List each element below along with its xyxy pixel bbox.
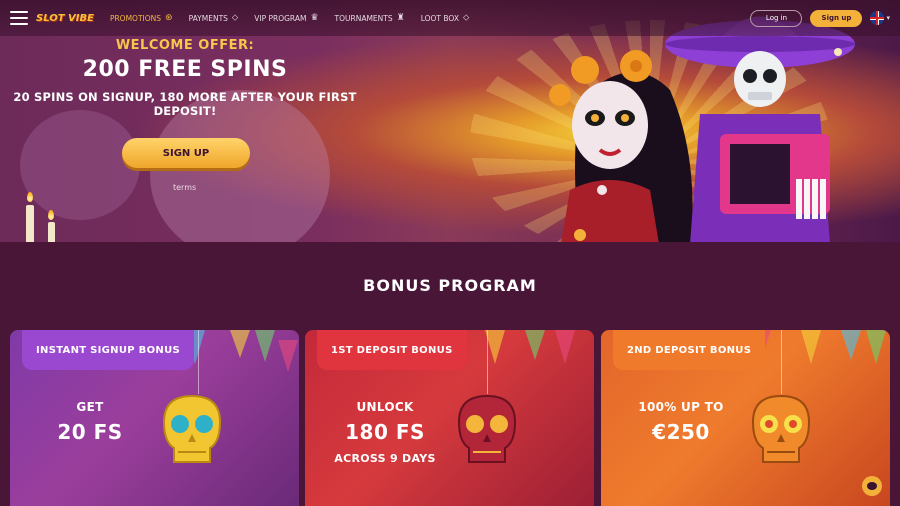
chat-bubble-icon (867, 482, 877, 490)
bonus-card-second-deposit[interactable]: 2ND DEPOSIT BONUS 100% UP TO €250 (601, 330, 890, 506)
nav-item-tournaments[interactable]: TOURNAMENTS ♜ (335, 13, 405, 23)
mariachi-skeleton-character (665, 16, 855, 242)
bonus-card-signup[interactable]: INSTANT SIGNUP BONUS GET 20 FS (10, 330, 299, 506)
skull-string (198, 330, 199, 394)
main-nav: PROMOTIONS ⊛ PAYMENTS ⬦ VIP PROGRAM ♛ TO… (110, 13, 469, 23)
nav-label: PAYMENTS (188, 13, 228, 23)
orange-sugar-skull-icon (751, 394, 811, 463)
card-tag: INSTANT SIGNUP BONUS (22, 330, 194, 370)
gift-icon: ⊛ (165, 13, 173, 23)
card-line-2: €250 (652, 420, 710, 444)
logo-text: SLOT VIBE (36, 12, 94, 24)
card-line-1: 100% UP TO (638, 400, 724, 414)
language-selector[interactable]: ▾ (870, 11, 890, 25)
tag-icon: ⬦ (231, 13, 239, 23)
skull-string (487, 330, 488, 394)
hamburger-menu-icon[interactable] (10, 11, 28, 25)
welcome-offer-label: WELCOME OFFER: (115, 38, 255, 53)
candle (26, 205, 34, 242)
candle-flame (27, 192, 33, 202)
offer-subtitle: 20 SPINS ON SIGNUP, 180 MORE AFTER YOUR … (13, 90, 357, 118)
uk-flag-icon (870, 11, 885, 25)
crown-icon: ♛ (310, 13, 319, 23)
card-line-3: ACROSS 9 DAYS (334, 452, 436, 465)
nav-item-payments[interactable]: PAYMENTS ⬦ (189, 13, 239, 23)
hero-signup-button[interactable]: SIGN UP (122, 138, 250, 168)
skull-string (781, 330, 782, 394)
login-button[interactable]: Log in (750, 9, 803, 27)
nav-label: VIP PROGRAM (254, 13, 307, 23)
card-line-1: UNLOCK (356, 400, 414, 414)
nav-item-loot-box[interactable]: LOOT BOX ⬦ (421, 13, 470, 23)
site-logo[interactable]: SLOT VIBE (36, 13, 94, 24)
nav-item-promotions[interactable]: PROMOTIONS ⊛ (110, 13, 173, 23)
bonus-program-title: BONUS PROGRAM (363, 276, 537, 295)
card-tag: 1ST DEPOSIT BONUS (317, 330, 467, 370)
candle-flame (48, 210, 54, 220)
card-line-1: GET (76, 400, 104, 414)
trophy-icon: ♜ (396, 13, 405, 23)
tag-icon: ⬦ (462, 13, 470, 23)
signup-button[interactable]: Sign up (810, 9, 863, 27)
chat-support-button[interactable] (862, 476, 882, 496)
red-sugar-skull-icon (457, 394, 517, 463)
bonus-card-first-deposit[interactable]: 1ST DEPOSIT BONUS UNLOCK 180 FS ACROSS 9… (305, 330, 594, 506)
yellow-sugar-skull-icon (162, 394, 222, 463)
chevron-down-icon: ▾ (886, 14, 890, 22)
card-tag: 2ND DEPOSIT BONUS (613, 330, 766, 370)
hero-banner: WELCOME OFFER: 200 FREE SPINS 20 SPINS O… (0, 0, 900, 242)
offer-title: 200 FREE SPINS (82, 57, 288, 82)
terms-link[interactable]: terms (173, 183, 196, 192)
card-body: UNLOCK 180 FS ACROSS 9 DAYS (305, 400, 465, 465)
card-body: GET 20 FS (10, 400, 170, 444)
top-navigation-bar: SLOT VIBE PROMOTIONS ⊛ PAYMENTS ⬦ VIP PR… (0, 0, 900, 36)
decorative-skull-bg (20, 110, 140, 220)
card-body: 100% UP TO €250 (601, 400, 761, 444)
nav-label: TOURNAMENTS (334, 13, 393, 23)
nav-label: PROMOTIONS (109, 13, 162, 23)
card-line-2: 20 FS (57, 420, 123, 444)
hero-text-block: WELCOME OFFER: 200 FREE SPINS 20 SPINS O… (0, 38, 370, 118)
card-line-2: 180 FS (345, 420, 425, 444)
candle (48, 222, 55, 242)
nav-label: LOOT BOX (420, 13, 459, 23)
nav-item-vip-program[interactable]: VIP PROGRAM ♛ (254, 13, 318, 23)
header-actions: Log in Sign up ▾ (750, 9, 890, 27)
